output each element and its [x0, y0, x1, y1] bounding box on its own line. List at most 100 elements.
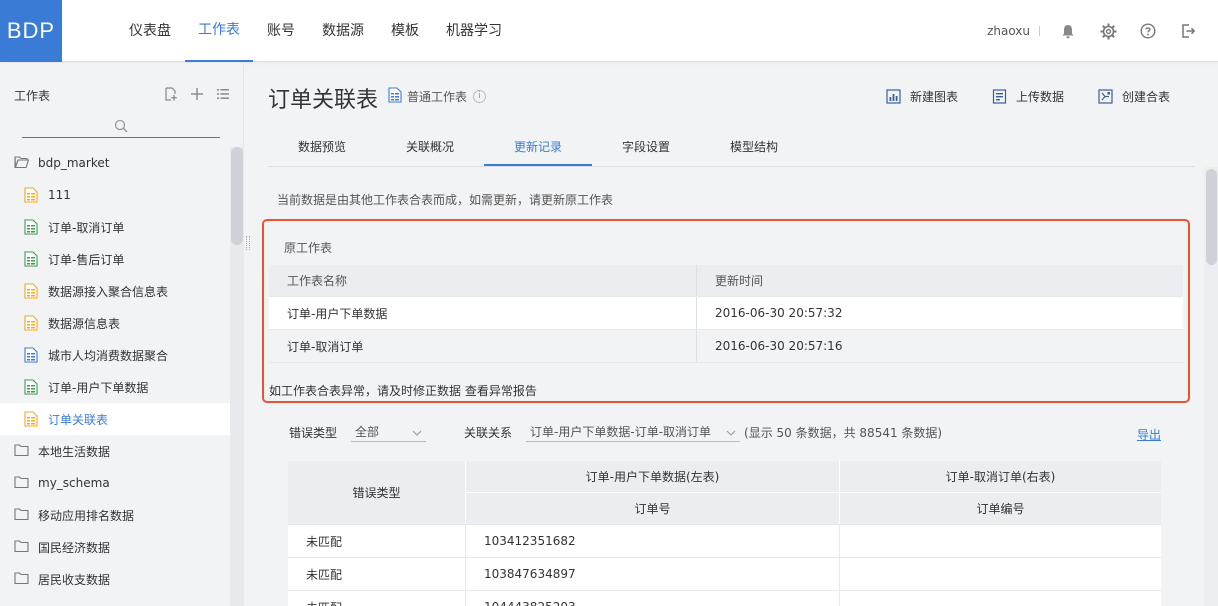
tree-folder-bdp-market[interactable]: bdp_market [0, 147, 230, 179]
tree-item-datasource-aggregate[interactable]: 数据源接入聚合信息表 [0, 275, 230, 307]
chevron-down-icon [412, 425, 422, 439]
tree-item-city-consumption[interactable]: 城市人均消费数据聚合 [0, 339, 230, 371]
tree-label: 数据源信息表 [48, 316, 121, 331]
table-header: 工作表名称 更新时间 [269, 265, 1183, 297]
info-icon[interactable]: i [473, 90, 487, 103]
logout-icon[interactable] [1178, 21, 1198, 41]
cell-right-value [840, 558, 1161, 590]
tree-folder-household-income[interactable]: 居民收支数据 [0, 563, 230, 595]
source-table: 工作表名称 更新时间 订单-用户下单数据 2016-06-30 20:57:32… [269, 265, 1183, 363]
gear-icon[interactable] [1098, 21, 1118, 41]
list-icon[interactable] [216, 87, 230, 101]
error-table: 错误类型 订单-用户下单数据(左表) 订单号 订单-取消订单(右表) 订单编号 … [288, 461, 1161, 606]
help-icon[interactable] [1138, 21, 1158, 41]
tab-relation-overview[interactable]: 关联概况 [376, 129, 484, 166]
cell-error-type: 未匹配 [288, 558, 466, 590]
tab-data-preview[interactable]: 数据预览 [268, 129, 376, 166]
table-row[interactable]: 未匹配 103847634897 [288, 558, 1161, 591]
tree-item-cancel-order[interactable]: 订单-取消订单 [0, 211, 230, 243]
worksheet-blue-icon [24, 347, 39, 363]
tree-label: 订单-取消订单 [48, 220, 125, 235]
worksheet-tree: bdp_market 111 订单-取消订单 订单-售后订单 数据源接入聚合信息… [0, 147, 230, 595]
nav-dashboard[interactable]: 仪表盘 [116, 0, 184, 62]
tree-label: 国民经济数据 [38, 540, 111, 555]
left-table-group: 订单-用户下单数据(左表) 订单号 [466, 461, 840, 524]
divider [1039, 26, 1040, 36]
table-row[interactable]: 订单-用户下单数据 2016-06-30 20:57:32 [269, 297, 1183, 330]
cell-time: 2016-06-30 20:57:32 [715, 306, 843, 320]
sidebar-title: 工作表 [14, 89, 51, 103]
nav-machine-learning[interactable]: 机器学习 [433, 0, 515, 62]
cell-left-value: 103847634897 [466, 558, 840, 590]
cell-error-type: 未匹配 [288, 525, 466, 557]
bell-icon[interactable] [1058, 21, 1078, 41]
error-type-value: 全部 [355, 425, 380, 439]
new-chart-button[interactable]: 新建图表 [886, 88, 958, 105]
folder-open-icon [14, 155, 30, 171]
table-row[interactable]: 未匹配 104443825203 [288, 591, 1161, 606]
worksheet-type-icon [388, 87, 402, 106]
user-area: zhaoxu [987, 0, 1218, 62]
error-type-label: 错误类型 [289, 425, 338, 440]
tree-label: 订单-用户下单数据 [48, 380, 149, 395]
cell-right-value [840, 525, 1161, 557]
main-scrollbar-thumb[interactable] [1206, 169, 1217, 265]
cell-error-type: 未匹配 [288, 591, 466, 606]
main-nav: 仪表盘 工作表 账号 数据源 模板 机器学习 [116, 0, 516, 62]
tree-label: 城市人均消费数据聚合 [48, 348, 169, 363]
update-notice: 当前数据是由其他工作表合表而成，如需更新，请更新原工作表 [277, 193, 614, 207]
worksheet-orange-icon [24, 411, 39, 427]
table-row[interactable]: 未匹配 103412351682 [288, 525, 1161, 558]
tree-folder-mobile-app-ranking[interactable]: 移动应用排名数据 [0, 499, 230, 531]
sidebar-scrollbar-thumb[interactable] [231, 147, 243, 245]
worksheet-type: 普通工作表 i [388, 87, 487, 106]
nav-worksheet[interactable]: 工作表 [185, 0, 253, 62]
cell-name: 订单-用户下单数据 [269, 297, 697, 329]
tree-folder-national-economy[interactable]: 国民经济数据 [0, 531, 230, 563]
nav-datasource[interactable]: 数据源 [309, 0, 377, 62]
add-icon[interactable] [190, 87, 204, 101]
bdp-logo[interactable]: BDP [0, 0, 62, 62]
tab-update-log[interactable]: 更新记录 [484, 129, 592, 166]
worksheet-green-icon [24, 219, 39, 235]
top-navbar: BDP 仪表盘 工作表 账号 数据源 模板 机器学习 zhaoxu [0, 0, 1218, 62]
tab-model-structure[interactable]: 模型结构 [700, 129, 808, 166]
upload-data-button[interactable]: 上传数据 [992, 88, 1064, 105]
tree-label: 订单-售后订单 [48, 252, 125, 267]
column-header-time: 更新时间 [715, 274, 764, 288]
upload-icon [992, 89, 1007, 104]
tree-folder-local-life[interactable]: 本地生活数据 [0, 435, 230, 467]
create-merge-button[interactable]: 创建合表 [1098, 88, 1170, 105]
sidebar-search-input[interactable] [22, 118, 220, 138]
error-type-select[interactable]: 全部 [351, 422, 427, 442]
nav-account[interactable]: 账号 [254, 0, 308, 62]
header-actions: 新建图表 上传数据 创建合表 [852, 88, 1170, 105]
tree-item-user-order[interactable]: 订单-用户下单数据 [0, 371, 230, 403]
sidebar-resize-handle[interactable] [246, 236, 250, 250]
source-worksheets-panel: 原工作表 工作表名称 更新时间 订单-用户下单数据 2016-06-30 20:… [262, 219, 1190, 403]
username[interactable]: zhaoxu [987, 24, 1030, 38]
folder-icon [14, 475, 29, 491]
nav-template[interactable]: 模板 [378, 0, 432, 62]
tree-label: 订单关联表 [48, 412, 109, 427]
tree-folder-my-schema[interactable]: my_schema [0, 467, 230, 499]
folder-icon [14, 571, 29, 587]
relation-select[interactable]: 订单-用户下单数据-订单-取消订单 [526, 422, 741, 442]
tree-item-order-relation[interactable]: 订单关联表 [0, 403, 230, 435]
merge-icon [1098, 89, 1113, 104]
export-link[interactable]: 导出 [1137, 426, 1161, 443]
folder-icon [14, 507, 29, 523]
tab-field-settings[interactable]: 字段设置 [592, 129, 700, 166]
new-from-file-icon[interactable] [164, 87, 178, 101]
tree-label: 本地生活数据 [38, 444, 111, 459]
worksheet-tabs: 数据预览 关联概况 更新记录 字段设置 模型结构 [268, 129, 1195, 167]
error-filters: 错误类型 全部 关联关系 订单-用户下单数据-订单-取消订单 (显示 50 条数… [289, 421, 1161, 443]
cell-left-value: 104443825203 [466, 591, 840, 606]
tree-item-datasource-info[interactable]: 数据源信息表 [0, 307, 230, 339]
cell-left-value: 103412351682 [466, 525, 840, 557]
tree-item-aftersale-order[interactable]: 订单-售后订单 [0, 243, 230, 275]
table-row[interactable]: 订单-取消订单 2016-06-30 20:57:16 [269, 330, 1183, 363]
anomaly-report-hint[interactable]: 如工作表合表异常，请及时修正数据 查看异常报告 [269, 382, 537, 399]
result-summary: (显示 50 条数据，共 88541 条数据) [744, 425, 943, 440]
tree-item-111[interactable]: 111 [0, 179, 230, 211]
